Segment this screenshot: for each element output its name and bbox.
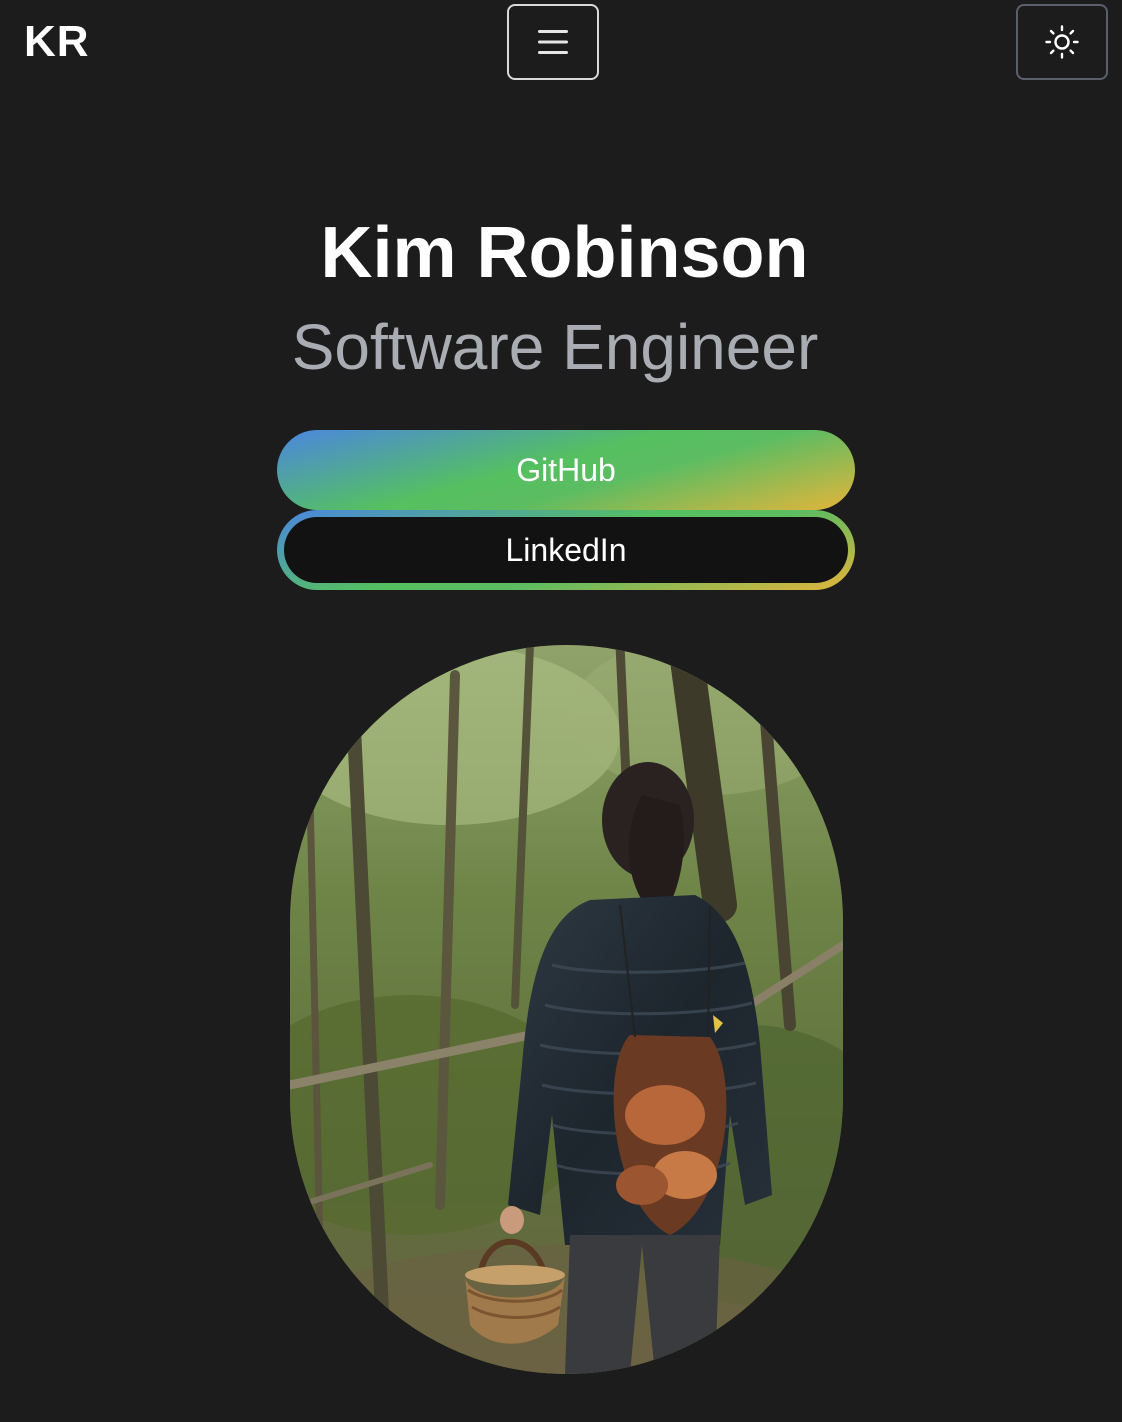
job-title: Software Engineer (291, 311, 819, 383)
site-logo[interactable]: KR (24, 16, 90, 68)
hamburger-menu-icon (538, 30, 568, 54)
theme-toggle-button[interactable] (1016, 4, 1108, 80)
linkedin-button[interactable]: LinkedIn (277, 510, 855, 590)
github-button-label: GitHub (516, 451, 616, 488)
forest-scene-illustration (290, 645, 843, 1374)
linkedin-button-label: LinkedIn (505, 531, 627, 568)
github-button[interactable]: GitHub (277, 430, 855, 510)
menu-button[interactable] (507, 4, 599, 80)
profile-photo (290, 645, 843, 1374)
page: KR Kim Robinson Software Engineer GitHub… (0, 0, 1122, 1422)
sun-icon (1045, 25, 1079, 59)
linkedin-button-inner: LinkedIn (284, 517, 848, 583)
person-name: Kim Robinson (320, 213, 809, 293)
